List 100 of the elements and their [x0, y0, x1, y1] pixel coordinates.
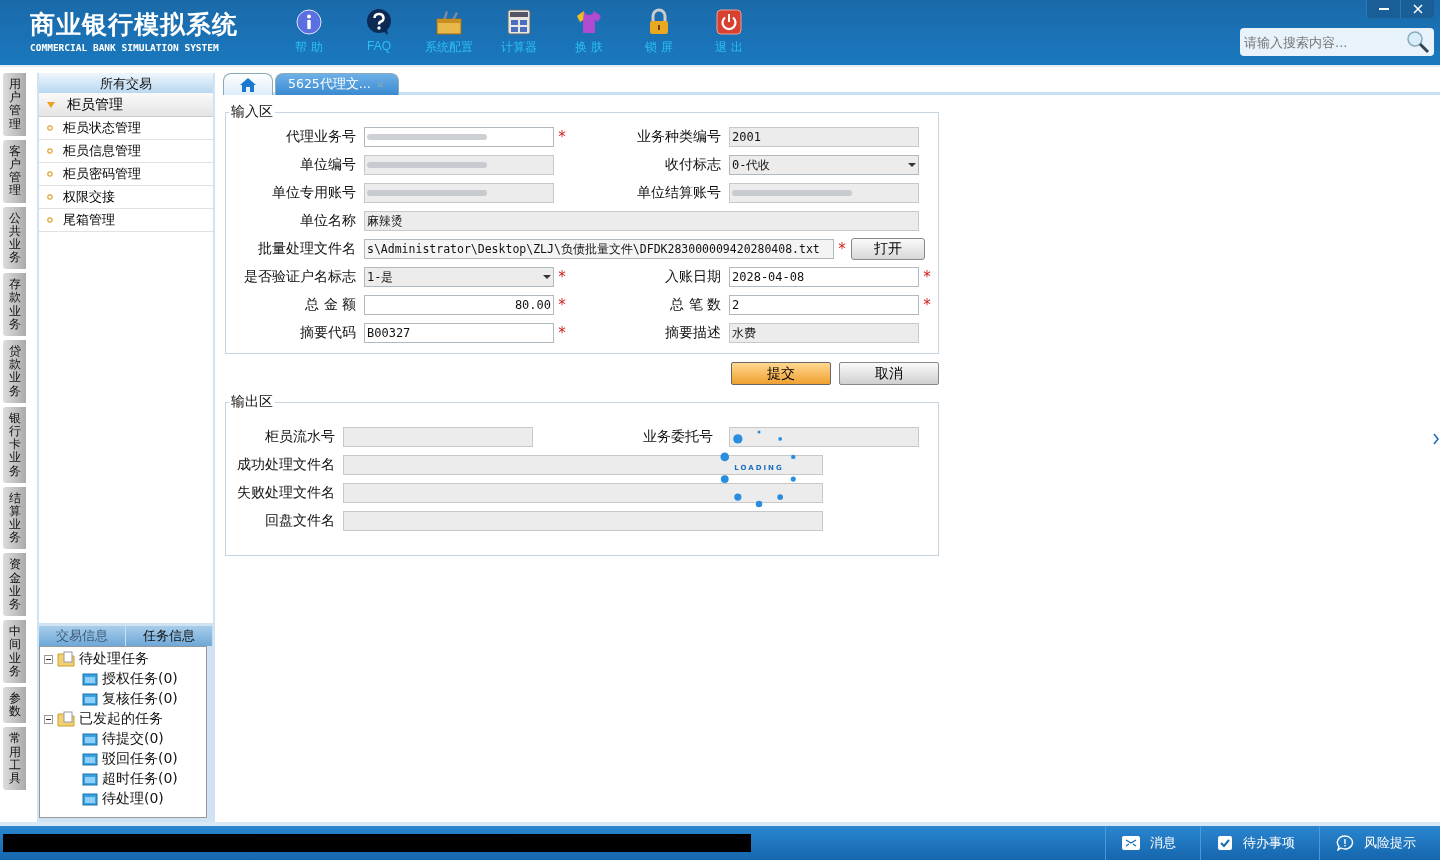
- folder-icon: [82, 752, 98, 766]
- tree-item[interactable]: 超时任务(0): [102, 770, 178, 788]
- home-icon: [240, 77, 256, 92]
- speech-bubble-icon: [1336, 835, 1354, 851]
- folder-icon: [82, 692, 98, 706]
- status-button[interactable]: 待办事项: [1200, 826, 1319, 860]
- required-mark: *: [557, 324, 567, 342]
- app-title: 商业银行模拟系统: [30, 10, 239, 40]
- collapse-icon[interactable]: [44, 714, 53, 724]
- side-tab[interactable]: 常用工具: [3, 727, 26, 791]
- bullet-icon: [47, 194, 53, 200]
- tree-item[interactable]: 授权任务(0): [102, 670, 178, 688]
- status-button[interactable]: 消息: [1105, 826, 1200, 860]
- expand-handle-icon[interactable]: [1433, 433, 1439, 445]
- collapse-icon[interactable]: [44, 654, 53, 664]
- required-mark: *: [557, 296, 567, 314]
- tree-item[interactable]: 复核任务(0): [102, 690, 178, 708]
- required-mark: *: [557, 268, 567, 286]
- tree-item[interactable]: 已发起的任务: [79, 710, 163, 728]
- field-label: 单位结算账号: [636, 184, 722, 202]
- search-field[interactable]: 请输入搜索内容...: [1240, 28, 1434, 56]
- bullet-icon: [47, 217, 53, 223]
- input-field[interactable]: 2: [729, 295, 919, 315]
- side-tab[interactable]: 用户管理: [3, 73, 26, 136]
- field-label: 是否验证户名标志: [243, 268, 357, 286]
- open-button[interactable]: 打开: [851, 238, 925, 260]
- submit-button[interactable]: 提交: [731, 362, 831, 385]
- field-label: 业务委托号: [642, 428, 714, 446]
- input-field[interactable]: s\Administrator\Desktop\ZLJ\负债批量文件\DFDK283000009420280408.txt: [364, 239, 834, 259]
- cancel-button[interactable]: 取消: [839, 362, 939, 385]
- side-tab[interactable]: 公共业务: [3, 206, 26, 270]
- side-tab[interactable]: 客户管理: [3, 139, 26, 203]
- input-field[interactable]: [364, 127, 554, 147]
- tree-item[interactable]: 待提交(0): [102, 730, 164, 748]
- input-field[interactable]: 2028-04-08: [729, 267, 919, 287]
- help-icon: [365, 8, 393, 36]
- tree-item[interactable]: 驳回任务(0): [102, 750, 178, 768]
- select-field[interactable]: 0-代收: [729, 155, 919, 175]
- field-label: 总 金 额: [304, 296, 357, 314]
- dropdown-arrow-icon[interactable]: [543, 275, 551, 279]
- select-field[interactable]: 1-是: [364, 267, 554, 287]
- toolbox-icon: [435, 8, 463, 36]
- input-field[interactable]: B00327: [364, 323, 554, 343]
- required-mark: *: [922, 268, 932, 286]
- folder-icon: [57, 711, 75, 727]
- side-tab[interactable]: 中间业务: [3, 620, 26, 683]
- checkbox-icon: [1217, 835, 1233, 851]
- section-title: 输出区: [230, 393, 274, 411]
- field-label: 摘要代码: [299, 324, 357, 342]
- app-subtitle: COMMERCIAL BANK SIMULATION SYSTEM: [30, 42, 220, 53]
- field-label: 单位名称: [299, 212, 357, 230]
- input-field: 麻辣烫: [364, 211, 919, 231]
- bullet-icon: [47, 171, 53, 177]
- section-title: 输入区: [230, 103, 274, 121]
- side-tab[interactable]: 资金业务: [3, 553, 26, 617]
- folder-icon: [82, 772, 98, 786]
- dropdown-arrow-icon[interactable]: [908, 163, 916, 167]
- side-tab[interactable]: 结算业务: [3, 486, 26, 550]
- folder-icon: [82, 672, 98, 686]
- folder-icon: [57, 651, 75, 667]
- sidebar-header: 所有交易: [39, 73, 213, 93]
- side-tab[interactable]: 参数: [3, 686, 26, 724]
- field-label: 摘要描述: [664, 324, 722, 342]
- mail-icon: [1122, 836, 1140, 850]
- field-label: 成功处理文件名: [236, 456, 336, 474]
- field-label: 收付标志: [664, 156, 722, 174]
- side-tab[interactable]: 贷款业务: [3, 340, 26, 403]
- field-label: 批量处理文件名: [257, 240, 357, 258]
- search-icon: [1406, 30, 1430, 54]
- shirt-icon: [575, 8, 603, 36]
- input-field: 水费: [729, 323, 919, 343]
- calculator-icon: [507, 8, 531, 36]
- minimize-icon: [1378, 8, 1389, 10]
- home-tab[interactable]: [223, 73, 273, 95]
- required-mark: *: [557, 128, 567, 146]
- field-label: 业务种类编号: [636, 128, 722, 146]
- bullet-icon: [47, 125, 53, 131]
- bullet-icon: [47, 148, 53, 154]
- field-label: 单位编号: [299, 156, 357, 174]
- info-icon: [296, 8, 322, 36]
- tree-item[interactable]: 待处理(0): [102, 790, 164, 808]
- lock-icon: [648, 8, 670, 36]
- field-label: 单位专用账号: [271, 184, 357, 202]
- field-label: 失败处理文件名: [236, 484, 336, 502]
- input-field: 2001: [729, 127, 919, 147]
- close-icon: [1412, 4, 1423, 14]
- field-label: 入账日期: [664, 268, 722, 286]
- power-icon: [716, 8, 742, 36]
- folder-icon: [82, 792, 98, 806]
- input-field[interactable]: 80.00: [364, 295, 554, 315]
- menu-group[interactable]: 柜员管理: [39, 93, 213, 117]
- field-label: 总 笔 数: [669, 296, 722, 314]
- required-mark: *: [922, 296, 932, 314]
- folder-icon: [82, 732, 98, 746]
- side-tab[interactable]: 存款业务: [3, 273, 26, 336]
- side-tab[interactable]: 银行卡业务: [3, 406, 26, 483]
- field-label: 代理业务号: [285, 128, 357, 146]
- tree-item[interactable]: 待处理任务: [79, 650, 149, 668]
- field-label: 回盘文件名: [264, 512, 336, 530]
- status-button[interactable]: 风险提示: [1319, 826, 1440, 860]
